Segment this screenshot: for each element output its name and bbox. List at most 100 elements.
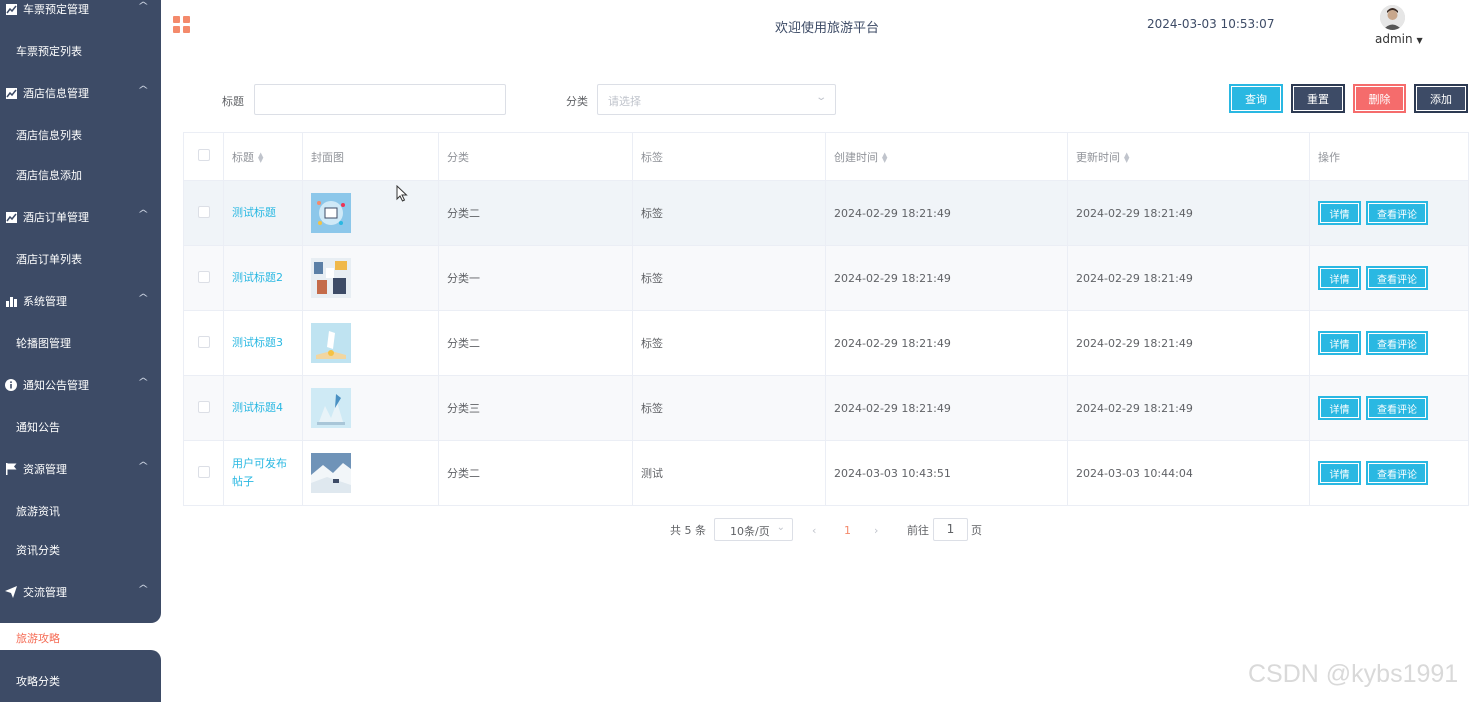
title-filter-label: 标题 <box>222 95 244 108</box>
sidebar-item-10[interactable]: 通知公告 <box>0 407 161 447</box>
table-row[interactable]: 测试标题4 分类三 标签 2024-02-29 18:21:49 2024-02-29 … <box>183 375 1469 441</box>
sidebar-item-13[interactable]: 资讯分类 <box>0 530 161 570</box>
sidebar-group-5[interactable]: 酒店订单管理 ^ <box>0 197 161 237</box>
avatar[interactable] <box>1380 5 1405 30</box>
row-checkbox[interactable] <box>197 335 210 348</box>
cover-image[interactable] <box>311 258 351 298</box>
row-checkbox[interactable] <box>197 205 210 218</box>
row-checkbox-cell[interactable] <box>183 245 224 311</box>
category-select[interactable]: 请选择 ⌄ <box>597 84 836 115</box>
flag-icon <box>5 463 17 475</box>
page-size-select[interactable]: 10条/页 ⌄ <box>714 518 793 541</box>
add-button[interactable]: 添加 <box>1414 84 1468 113</box>
sidebar-item-3[interactable]: 酒店信息列表 <box>0 115 161 155</box>
updated-time-cell: 2024-02-29 18:21:49 <box>1067 180 1310 246</box>
actions-cell: 详情 查看评论 <box>1309 180 1469 246</box>
column-header-updated[interactable]: 更新时间 ▲ ▼ <box>1067 132 1310 181</box>
detail-button[interactable]: 详情 <box>1318 461 1361 485</box>
table-header-row: 标题 ▲ ▼ 封面图 分类 标签 创建时间 ▲ ▼ 更新时间 ▲ ▼ 操作 <box>183 132 1469 181</box>
current-datetime: 2024-03-03 10:53:07 <box>1147 17 1275 31</box>
sidebar-group-11[interactable]: 资源管理 ^ <box>0 449 161 489</box>
query-button[interactable]: 查询 <box>1229 84 1283 113</box>
sidebar-item-8[interactable]: 轮播图管理 <box>0 323 161 363</box>
title-link[interactable]: 测试标题2 <box>232 271 283 284</box>
sidebar-item-12[interactable]: 旅游资讯 <box>0 491 161 531</box>
chevron-up-icon: ^ <box>136 85 149 96</box>
detail-button[interactable]: 详情 <box>1318 266 1361 290</box>
sort-icon[interactable]: ▲ ▼ <box>258 151 263 163</box>
detail-button[interactable]: 详情 <box>1318 396 1361 420</box>
row-checkbox-cell[interactable] <box>183 375 224 441</box>
view-comments-button[interactable]: 查看评论 <box>1366 396 1428 420</box>
data-table: 标题 ▲ ▼ 封面图 分类 标签 创建时间 ▲ ▼ 更新时间 ▲ ▼ 操作 测试标题 分类二标… <box>183 132 1469 506</box>
chart-icon <box>5 3 17 15</box>
column-header-title[interactable]: 标题 ▲ ▼ <box>223 132 303 181</box>
title-link[interactable]: 用户可发布帖子 <box>232 457 287 488</box>
next-page-icon[interactable]: › <box>874 518 878 542</box>
row-checkbox[interactable] <box>197 270 210 283</box>
menu-grid-icon[interactable] <box>173 16 190 33</box>
category-cell: 分类一 <box>438 245 633 311</box>
cover-cell <box>302 180 439 246</box>
detail-button[interactable]: 详情 <box>1318 331 1361 355</box>
sidebar-item-15[interactable]: 旅游攻略 <box>0 618 161 658</box>
sidebar-item-4[interactable]: 酒店信息添加 <box>0 155 161 195</box>
mouse-cursor-icon <box>396 185 408 202</box>
created-time-cell: 2024-02-29 18:21:49 <box>825 180 1068 246</box>
send-icon <box>5 586 17 598</box>
actions-cell: 详情 查看评论 <box>1309 375 1469 441</box>
sidebar-item-label: 酒店订单列表 <box>16 253 82 266</box>
select-all-checkbox[interactable] <box>197 149 210 161</box>
chevron-up-icon: ^ <box>136 209 149 220</box>
column-header-category: 分类 <box>438 132 633 181</box>
table-row[interactable]: 测试标题2 分类一 标签 2024-02-29 18:21:49 2024-02-29 … <box>183 245 1469 311</box>
row-checkbox[interactable] <box>197 465 210 478</box>
row-checkbox[interactable] <box>197 400 210 413</box>
cover-image[interactable] <box>311 193 351 233</box>
sort-icon[interactable]: ▲ ▼ <box>882 151 887 163</box>
cover-image[interactable] <box>311 388 351 428</box>
chevron-up-icon: ^ <box>136 461 149 472</box>
sidebar-group-7[interactable]: 系统管理 ^ <box>0 281 161 321</box>
sidebar-item-6[interactable]: 酒店订单列表 <box>0 239 161 279</box>
delete-button[interactable]: 删除 <box>1353 84 1406 113</box>
table-row[interactable]: 测试标题 分类二 标签 2024-02-29 18:21:49 2024-02-29 1… <box>183 180 1469 246</box>
view-comments-button[interactable]: 查看评论 <box>1366 266 1428 290</box>
sidebar-group-2[interactable]: 酒店信息管理 ^ <box>0 73 161 113</box>
view-comments-button[interactable]: 查看评论 <box>1366 201 1428 225</box>
title-link[interactable]: 测试标题 <box>232 206 276 219</box>
prev-page-icon[interactable]: ‹ <box>812 518 816 542</box>
sidebar-group-0[interactable]: 车票预定管理 ^ <box>0 0 161 29</box>
sort-icon[interactable]: ▲ ▼ <box>1124 151 1129 163</box>
detail-button[interactable]: 详情 <box>1318 201 1361 225</box>
user-menu[interactable]: admin ▼ <box>1375 32 1423 46</box>
goto-label: 前往 <box>907 524 929 537</box>
table-row[interactable]: 测试标题3 分类二 标签 2024-02-29 18:21:49 2024-02-29 … <box>183 310 1469 376</box>
title-filter-input[interactable] <box>254 84 506 115</box>
sidebar-group-9[interactable]: 通知公告管理 ^ <box>0 365 161 405</box>
sidebar-group-14[interactable]: 交流管理 ^ <box>0 572 161 612</box>
sidebar-item-1[interactable]: 车票预定列表 <box>0 31 161 71</box>
goto-page-input[interactable]: 1 <box>933 518 968 541</box>
sidebar-item-label: 轮播图管理 <box>16 337 71 350</box>
reset-button[interactable]: 重置 <box>1291 84 1345 113</box>
updated-time-cell: 2024-02-29 18:21:49 <box>1067 375 1310 441</box>
chevron-up-icon: ^ <box>136 293 149 304</box>
chevron-down-icon: ⌄ <box>814 92 827 103</box>
sidebar-item-16[interactable]: 攻略分类 <box>0 661 161 701</box>
created-time-cell: 2024-03-03 10:43:51 <box>825 440 1068 506</box>
row-checkbox-cell[interactable] <box>183 310 224 376</box>
view-comments-button[interactable]: 查看评论 <box>1366 461 1428 485</box>
column-header-created[interactable]: 创建时间 ▲ ▼ <box>825 132 1068 181</box>
cover-image[interactable] <box>311 323 351 363</box>
cover-image[interactable] <box>311 453 351 493</box>
title-link[interactable]: 测试标题3 <box>232 336 283 349</box>
view-comments-button[interactable]: 查看评论 <box>1366 331 1428 355</box>
table-row[interactable]: 用户可发布帖子 分类二 测试 2024-03-03 10:43:51 2024-03-0… <box>183 440 1469 506</box>
row-checkbox-cell[interactable] <box>183 440 224 506</box>
pagination-total: 共 5 条 <box>670 524 706 537</box>
row-checkbox-cell[interactable] <box>183 180 224 246</box>
page-number-current[interactable]: 1 <box>844 518 851 542</box>
title-link[interactable]: 测试标题4 <box>232 401 283 414</box>
select-all-checkbox-cell[interactable] <box>183 132 224 181</box>
